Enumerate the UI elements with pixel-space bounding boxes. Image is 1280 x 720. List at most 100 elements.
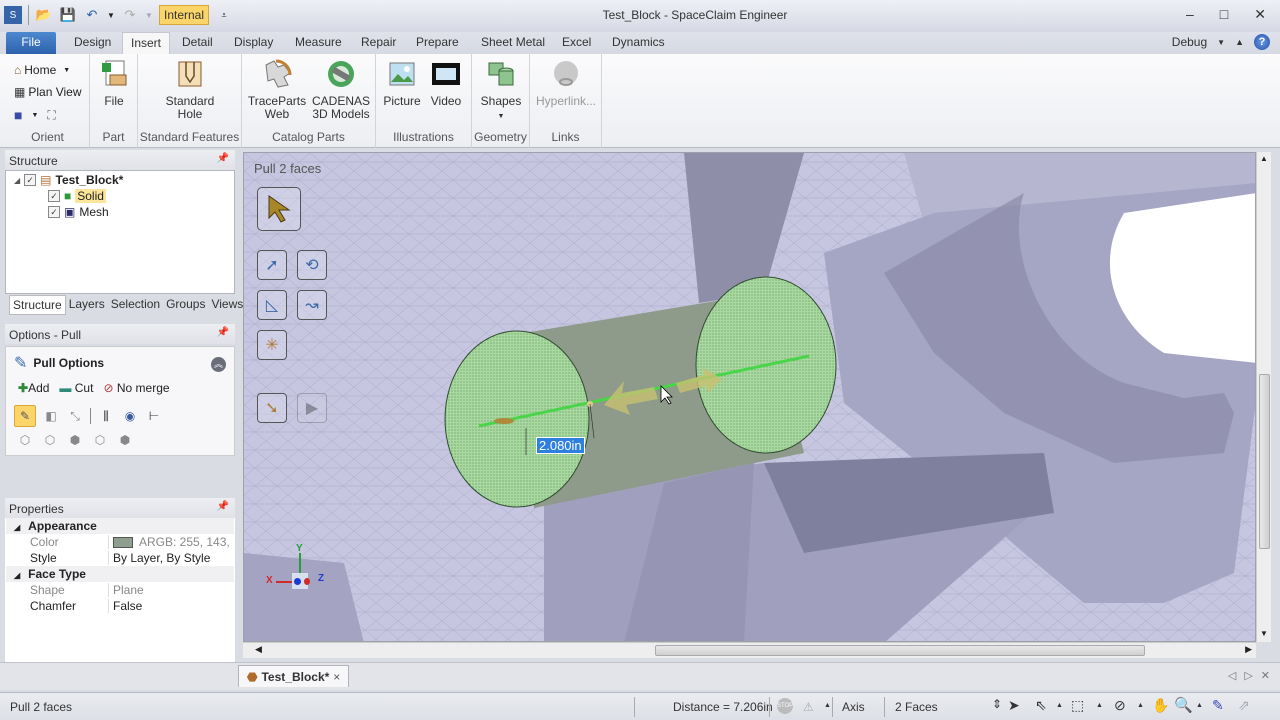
chevron-up-icon[interactable]: ▲ <box>1056 702 1063 709</box>
tab-repair[interactable]: Repair <box>353 32 404 54</box>
property-row-chamfer[interactable]: Chamfer False <box>6 598 234 614</box>
close-all-icon[interactable]: ✕ <box>1261 669 1270 682</box>
tab-groups[interactable]: Groups <box>163 295 208 315</box>
extrude-option-icon[interactable]: ⬡ <box>91 431 109 449</box>
tree-item-test-block[interactable]: ◢ ✓ ▤ Test_Block* <box>14 173 123 187</box>
scroll-thumb[interactable] <box>655 645 1145 656</box>
ruler-dimension-icon[interactable]: ⫼ <box>97 407 115 425</box>
chevron-down-icon[interactable]: ▼ <box>1217 38 1225 47</box>
scroll-down-icon[interactable]: ▼ <box>1260 629 1268 638</box>
visibility-checkbox[interactable]: ✓ <box>24 174 37 186</box>
chevron-up-icon[interactable]: ▲ <box>1137 702 1144 709</box>
pull-direction-tool[interactable]: ➚ <box>257 250 287 280</box>
select-through-icon[interactable]: ⇕ <box>992 697 1002 711</box>
sweep-tool[interactable]: ↝ <box>297 290 327 320</box>
color-swatch[interactable] <box>113 537 133 549</box>
tab-dynamics[interactable]: Dynamics <box>604 32 673 54</box>
collapse-arrow-icon[interactable]: ◢ <box>14 176 20 185</box>
snap-view-icon[interactable]: ⛶ <box>47 108 55 123</box>
select-tool-button[interactable] <box>257 187 301 231</box>
scroll-right-icon[interactable]: ▶ <box>1245 644 1252 655</box>
tab-sheet-metal[interactable]: Sheet Metal <box>473 32 553 54</box>
tab-insert[interactable]: Insert <box>122 32 171 54</box>
tab-prepare[interactable]: Prepare <box>408 32 467 54</box>
tab-structure[interactable]: Structure <box>9 295 66 315</box>
chevron-up-icon[interactable]: ▲ <box>1096 702 1103 709</box>
pin-icon[interactable]: 📌 <box>217 327 229 338</box>
select-mode-icon[interactable]: ⇖ <box>1035 697 1047 714</box>
next-tab-icon[interactable]: ▷ <box>1244 669 1252 682</box>
traceparts-button[interactable]: TraceParts Web <box>246 58 308 121</box>
chevron-up-icon[interactable]: ▲ <box>1196 702 1203 709</box>
visibility-checkbox[interactable]: ✓ <box>48 190 60 202</box>
chevron-down-icon[interactable]: ▼ <box>31 112 38 119</box>
pull-direction-icon[interactable]: ✎ <box>14 405 36 427</box>
tab-selection[interactable]: Selection <box>108 295 163 315</box>
picture-button[interactable]: Picture <box>380 58 424 108</box>
maximize-button[interactable]: □ <box>1220 6 1228 23</box>
extrude-option-icon[interactable]: ⬡ <box>41 431 59 449</box>
plan-view-button[interactable]: ▦ Plan View <box>14 85 82 99</box>
dimension-icon[interactable]: ⊢ <box>145 407 163 425</box>
standard-hole-button[interactable]: Standard Hole <box>148 58 232 121</box>
horizontal-scrollbar[interactable]: ◀ ▶ <box>243 642 1256 658</box>
warning-icon[interactable]: ⚠ <box>803 700 814 714</box>
spin-icon[interactable]: ⊘ <box>1114 697 1126 714</box>
scale-body-tool[interactable]: ✳ <box>257 330 287 360</box>
select-cursor-icon[interactable]: ➤ <box>1008 697 1020 714</box>
extrude-option-icon[interactable]: ⬡ <box>16 431 34 449</box>
previous-tab-icon[interactable]: ◁ <box>1228 669 1236 682</box>
config-dropdown[interactable]: Debug <box>1172 35 1207 49</box>
scroll-thumb[interactable] <box>1259 374 1270 549</box>
close-button[interactable]: ✕ <box>1254 6 1266 23</box>
extrude-option-icon[interactable]: ⬢ <box>66 431 84 449</box>
shapes-button[interactable]: Shapes ▼ <box>476 58 526 123</box>
revolve-axis-tool[interactable]: ⟲ <box>297 250 327 280</box>
view-cube-icon[interactable]: ■ <box>14 107 22 123</box>
up-to-tool[interactable]: ➘ <box>257 393 287 423</box>
pivot-icon[interactable]: ◧ <box>42 407 60 425</box>
both-sides-icon[interactable]: ⤡ <box>66 407 84 425</box>
close-tab-icon[interactable]: × <box>333 670 340 684</box>
no-merge-button[interactable]: ⊘ No merge <box>103 381 169 395</box>
home-button[interactable]: ⌂ Home ▼ <box>14 63 70 77</box>
minimize-button[interactable]: – <box>1186 6 1194 23</box>
property-row-style[interactable]: Style By Layer, By Style <box>6 550 234 566</box>
help-icon[interactable]: ? <box>1254 34 1270 50</box>
add-mode-button[interactable]: ✚Add <box>18 381 49 395</box>
zoom-extents-icon[interactable]: ⇗ <box>1238 697 1250 714</box>
tree-item-solid[interactable]: ✓ ■ Solid <box>48 189 106 203</box>
tab-views[interactable]: Views <box>208 295 246 315</box>
cadenas-button[interactable]: CADENAS 3D Models <box>310 58 372 121</box>
tab-measure[interactable]: Measure <box>287 32 350 54</box>
property-row-color[interactable]: Color ARGB: 255, 143, 175 <box>6 534 234 550</box>
stop-icon[interactable]: STOP <box>777 698 793 714</box>
extrude-option-icon[interactable]: ⬢ <box>116 431 134 449</box>
tab-layers[interactable]: Layers <box>66 295 108 315</box>
video-button[interactable]: Video <box>424 58 468 108</box>
chevron-up-icon[interactable]: ▲ <box>824 702 831 709</box>
property-category[interactable]: ◢ Appearance <box>6 518 234 534</box>
property-category[interactable]: ◢ Face Type <box>6 566 234 582</box>
complete-tool[interactable]: ▶ <box>297 393 327 423</box>
tree-item-mesh[interactable]: ✓ ▣ Mesh <box>48 205 109 219</box>
3d-viewport[interactable]: Pull 2 faces ➚ ⟲ ◺ ↝ ✳ ➘ ▶ Y X Z <box>243 152 1256 642</box>
measure-icon[interactable]: ◉ <box>121 407 139 425</box>
dimension-input[interactable]: 2.080in <box>536 437 585 454</box>
document-tab-test-block[interactable]: ⬣ Test_Block* × <box>238 665 350 687</box>
sketch-pencil-icon[interactable]: ✎ <box>1212 697 1224 714</box>
property-row-shape[interactable]: Shape Plane <box>6 582 234 598</box>
cut-mode-button[interactable]: ▬ Cut <box>59 381 93 395</box>
tab-detail[interactable]: Detail <box>174 32 221 54</box>
tab-file[interactable]: File <box>6 32 56 54</box>
hyperlink-button[interactable]: Hyperlink... <box>532 58 600 108</box>
axis-selection-filter[interactable]: Axis <box>842 700 865 714</box>
tab-excel[interactable]: Excel <box>554 32 599 54</box>
collapse-section-icon[interactable]: ︽ <box>211 357 226 372</box>
pin-icon[interactable]: 📌 <box>217 153 229 164</box>
scroll-up-icon[interactable]: ▲ <box>1260 154 1268 163</box>
pan-hand-icon[interactable]: ✋ <box>1152 697 1169 714</box>
insert-file-button[interactable]: File <box>92 58 136 108</box>
tab-design[interactable]: Design <box>66 32 119 54</box>
visibility-checkbox[interactable]: ✓ <box>48 206 60 218</box>
